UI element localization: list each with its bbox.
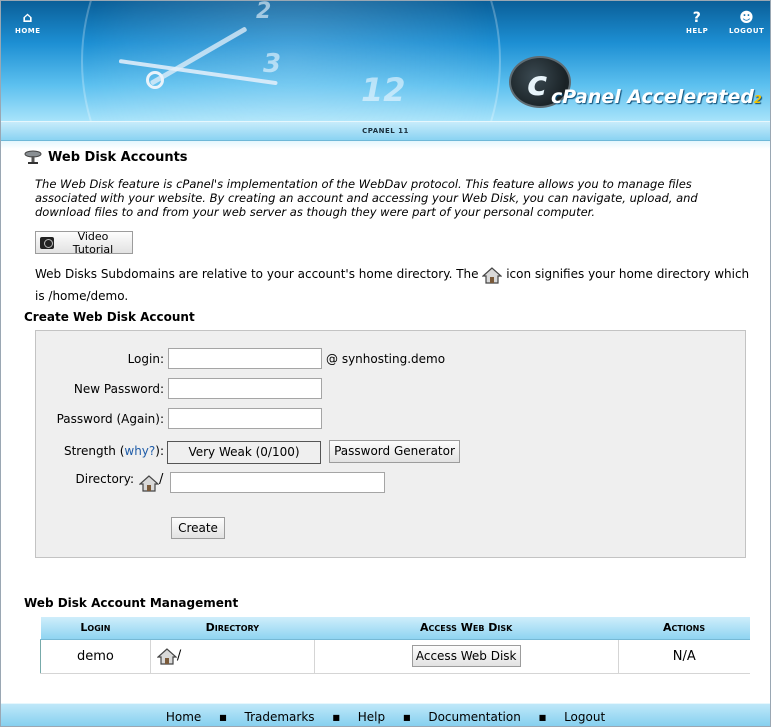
video-tutorial-button[interactable]: Video Tutorial (35, 229, 133, 256)
footer-link-logout[interactable]: Logout (564, 710, 605, 724)
footer-link-home[interactable]: Home (166, 710, 201, 724)
login-input[interactable] (168, 348, 322, 369)
camera-icon (40, 236, 55, 249)
password-again-input[interactable] (168, 408, 322, 429)
directory-input[interactable] (170, 472, 385, 493)
web-disk-icon (24, 149, 42, 165)
web-disk-accounts-table: Login Directory Access Web Disk Actions … (40, 617, 750, 674)
row-login: demo (40, 639, 151, 674)
clock-graphic (81, 1, 501, 121)
footer-separator: ■ (402, 713, 411, 722)
clock-numeral-2: 2 (256, 1, 272, 24)
create-button[interactable]: Create (171, 517, 225, 539)
footer-separator: ■ (332, 713, 340, 722)
strength-label: Strength (why?): (63, 444, 164, 458)
row-directory: / (150, 639, 315, 674)
table-row: demo / Access Web Disk N/A (40, 639, 750, 674)
logout-link[interactable]: ☻ LOGOUT (729, 11, 764, 35)
footer-separator: ■ (219, 713, 227, 722)
footer-link-trademarks[interactable]: Trademarks (245, 710, 315, 724)
domain-suffix: @ synhosting.demo (326, 352, 446, 366)
create-section-heading: Create Web Disk Account (24, 310, 195, 324)
page-title-text: Web Disk Accounts (48, 149, 188, 165)
header-stripe (1, 141, 770, 149)
footer-links: Home ■ Trademarks ■ Help ■ Documentation… (1, 710, 770, 724)
why-link[interactable]: why? (124, 444, 155, 458)
home-link-label: HOME (15, 27, 41, 35)
logout-link-label: LOGOUT (729, 27, 765, 35)
row-actions: N/A (618, 639, 750, 674)
column-header-login: Login (40, 617, 151, 640)
home-directory-icon (481, 266, 503, 284)
help-link-label: HELP (686, 27, 709, 35)
directory-slash: / (159, 472, 164, 487)
password-generator-button[interactable]: Password Generator (329, 440, 460, 463)
cpanel-logo-text: cPanel Accelerated2 (551, 86, 762, 108)
row-access: Access Web Disk (314, 639, 619, 674)
column-header-directory: Directory (150, 617, 315, 640)
new-password-label: New Password: (73, 382, 164, 396)
clock-hub (146, 71, 164, 89)
new-password-input[interactable] (168, 378, 322, 399)
footer-separator: ■ (538, 713, 547, 722)
user-icon: ☻ (739, 10, 755, 26)
clock-numeral-12: 12 (361, 71, 406, 109)
cpanel-logo: c cPanel Accelerated2 (509, 56, 769, 116)
video-tutorial-label: Video Tutorial (72, 229, 114, 256)
management-section-heading: Web Disk Account Management (24, 596, 239, 610)
footer-link-help[interactable]: Help (358, 710, 385, 724)
version-bar: CPANEL 11 (1, 121, 770, 141)
help-link[interactable]: ? HELP (686, 11, 708, 35)
home-icon: ⌂ (22, 10, 34, 26)
clock-numeral-3: 3 (263, 49, 282, 79)
footer-link-documentation[interactable]: Documentation (428, 710, 521, 724)
header-banner: 2 3 12 ⌂ HOME ? HELP ☻ LOGOUT c cPanel A… (1, 1, 770, 121)
column-header-access: Access Web Disk (314, 617, 619, 640)
home-directory-note: Web Disks Subdomains are relative to you… (35, 266, 750, 303)
password-again-label: Password (Again): (56, 412, 164, 426)
home-link[interactable]: ⌂ HOME (15, 11, 41, 35)
directory-label: Directory: (75, 472, 134, 486)
login-label: Login: (127, 352, 164, 366)
access-web-disk-button[interactable]: Access Web Disk (411, 645, 521, 667)
version-label: CPANEL 11 (362, 127, 409, 135)
page-title: Web Disk Accounts (24, 149, 188, 165)
password-strength-meter: Very Weak (0/100) (167, 441, 321, 464)
footer-bar: Home ■ Trademarks ■ Help ■ Documentation… (1, 703, 770, 726)
intro-text: The Web Disk feature is cPanel's impleme… (35, 177, 698, 219)
home-directory-icon (138, 474, 160, 492)
home-directory-icon (156, 647, 178, 665)
table-header-row: Login Directory Access Web Disk Actions (40, 617, 750, 640)
column-header-actions: Actions (618, 617, 750, 640)
help-icon: ? (692, 10, 702, 26)
